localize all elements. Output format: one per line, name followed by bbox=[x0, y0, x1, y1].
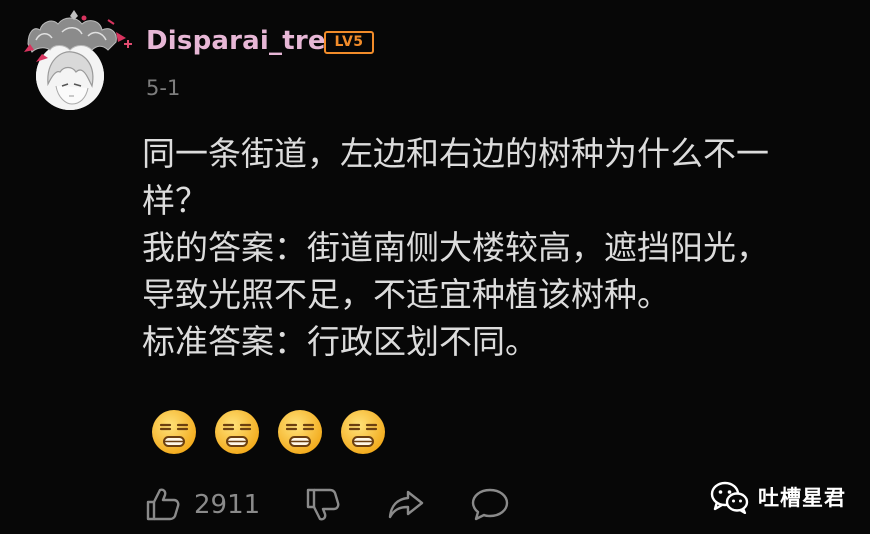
like-count: 2911 bbox=[194, 490, 261, 520]
avatar[interactable] bbox=[22, 10, 140, 110]
watermark: 吐槽星君 bbox=[710, 477, 846, 517]
reply-icon[interactable] bbox=[470, 484, 510, 524]
comment-card: Disparai_tre LV5 5-1 同一条街道，左边和右边的树种为什么不一… bbox=[0, 0, 870, 534]
comment-date: 5-1 bbox=[146, 76, 181, 100]
comment-line: 样？ bbox=[142, 181, 208, 220]
author-username[interactable]: Disparai_tre bbox=[146, 24, 326, 58]
comment-line: 我的答案：街道南侧大楼较高，遮挡阳光， bbox=[142, 228, 769, 267]
speechless-face-icon bbox=[278, 410, 322, 454]
avatar-frame-icon bbox=[24, 10, 132, 62]
comment-line: 标准答案：行政区划不同。 bbox=[142, 322, 538, 361]
comment-body: 同一条街道，左边和右边的树种为什么不一 样？ 我的答案：街道南侧大楼较高，遮挡阳… bbox=[142, 130, 842, 365]
thumbs-down-icon[interactable] bbox=[302, 484, 342, 524]
emoji-row bbox=[150, 408, 387, 456]
share-icon[interactable] bbox=[386, 484, 426, 524]
comment-line: 同一条街道，左边和右边的树种为什么不一 bbox=[142, 134, 769, 173]
speechless-face-icon bbox=[215, 410, 259, 454]
speechless-face-icon bbox=[152, 410, 196, 454]
thumbs-up-icon[interactable] bbox=[142, 484, 182, 524]
level-badge: LV5 bbox=[324, 31, 374, 54]
wechat-icon bbox=[710, 481, 749, 514]
speechless-face-icon bbox=[341, 410, 385, 454]
watermark-text: 吐槽星君 bbox=[758, 486, 846, 510]
comment-line: 导致光照不足，不适宜种植该树种。 bbox=[142, 275, 670, 314]
